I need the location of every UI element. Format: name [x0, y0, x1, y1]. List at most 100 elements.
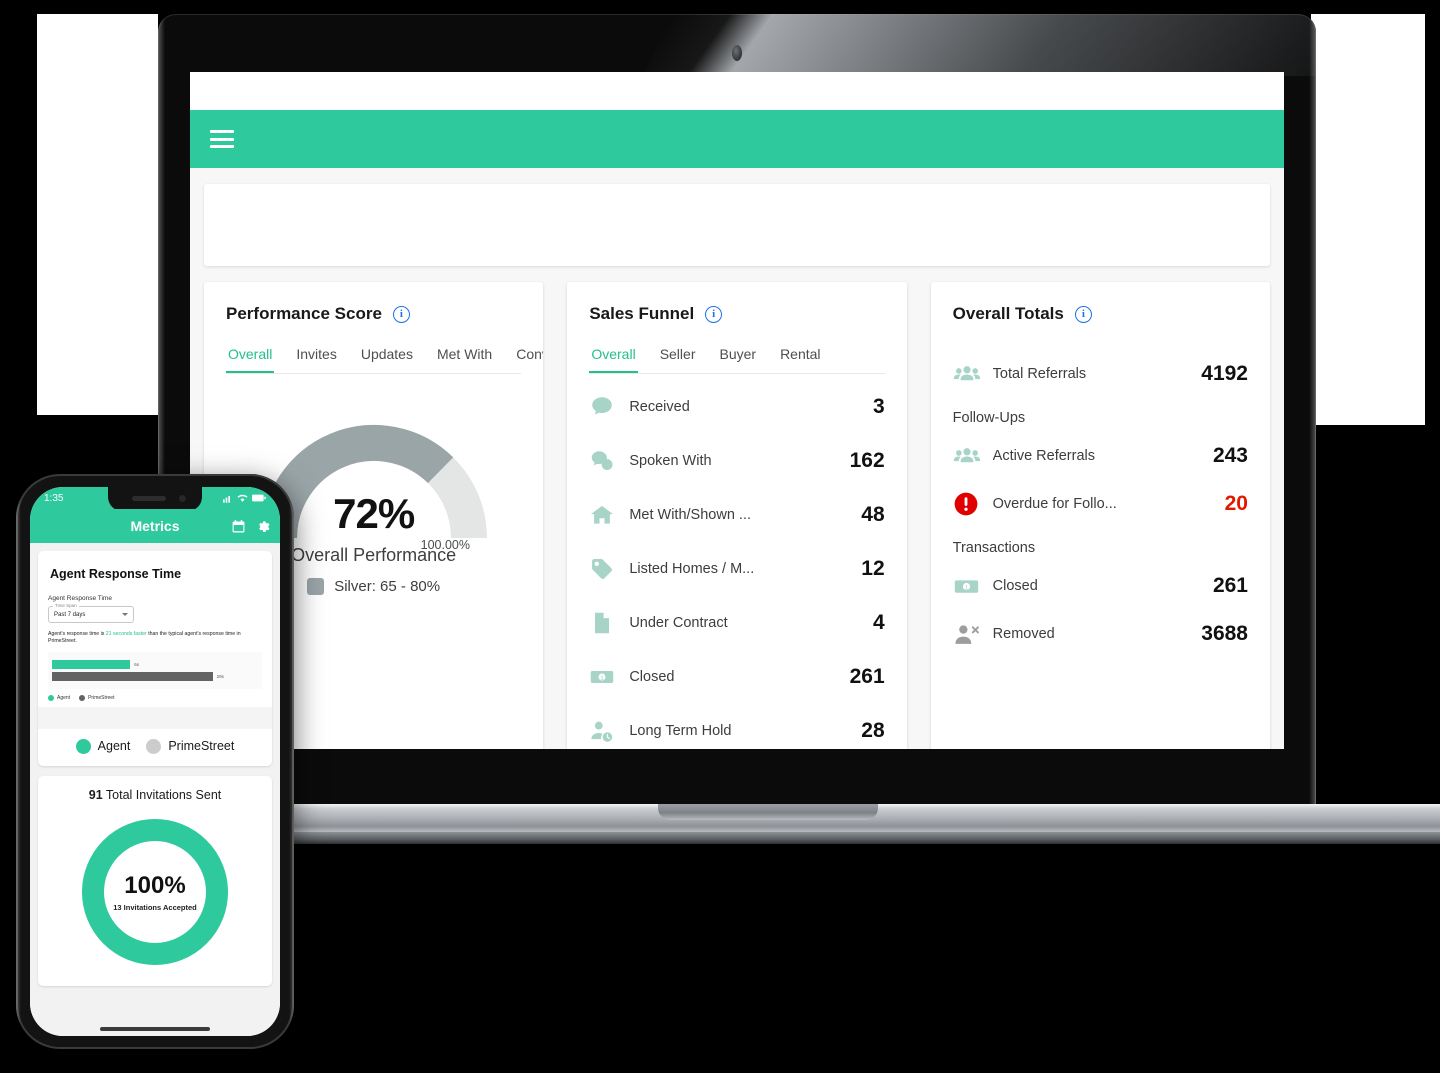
card-subtitle: Agent Response Time [48, 595, 112, 602]
table-row[interactable]: Received 3 [589, 380, 885, 434]
chart-mini-legend: Agent PrimeStreet [48, 694, 262, 701]
backdrop-plate-left [37, 14, 158, 415]
legend-item-agent[interactable]: Agent [75, 738, 131, 754]
page-title: Overall Totals [952, 304, 1064, 323]
select-field-label: Time Span [53, 603, 79, 608]
select-value: Past 7 days [54, 611, 86, 618]
table-row[interactable]: Spoken With 162 [589, 434, 885, 488]
mini-legend-primestreet: PrimeStreet [79, 694, 115, 701]
legend-label: Agent [97, 739, 131, 753]
page-title: Performance Score [226, 304, 382, 323]
donut-percentage: 100% [124, 871, 186, 899]
laptop-screen: Performance Score i Overall Invites Upda… [190, 72, 1284, 749]
invitations-donut: 100% 13 Invitations Accepted [75, 812, 235, 972]
row-label: Closed [629, 669, 675, 685]
legend-dot [79, 694, 86, 701]
invitations-count: 91 [88, 787, 103, 802]
phone-mockup: 1:35 Metrics Agent Response Time Agent R… [16, 474, 294, 1049]
tab-rental[interactable]: Rental [778, 346, 822, 373]
row-value: 3688 [1201, 622, 1248, 645]
home-indicator [100, 1027, 210, 1031]
tab-updates[interactable]: Updates [359, 346, 415, 373]
row-label: Spoken With [629, 453, 712, 469]
alert-icon [953, 491, 993, 517]
table-row[interactable]: Total Referrals 4192 [953, 350, 1248, 398]
legend-label: PrimeStreet [88, 694, 115, 701]
row-value: 243 [1212, 444, 1248, 467]
table-row[interactable]: Met With/Shown ... 48 [589, 488, 885, 542]
table-row[interactable]: Under Contract 4 [589, 596, 885, 650]
table-row[interactable]: Long Term Hold 28 [589, 704, 885, 749]
app-header [190, 110, 1284, 168]
row-label: Received [629, 399, 690, 415]
table-row[interactable]: Removed 3688 [953, 610, 1248, 658]
app-body: Performance Score i Overall Invites Upda… [190, 168, 1284, 749]
response-time-bar-chart: 6s 29s [48, 651, 262, 689]
row-label: Listed Homes / M... [629, 561, 755, 577]
legend-swatch-silver [307, 578, 325, 595]
bar-primestreet-fill [52, 671, 213, 681]
row-value: 48 [861, 503, 885, 526]
status-time: 1:35 [44, 492, 64, 504]
legend-dot [146, 738, 162, 754]
person-clock-icon [589, 718, 629, 744]
section-heading-followups: Follow-Ups [952, 410, 1026, 426]
card-header: Performance Score i [226, 304, 521, 324]
battery-icon [252, 494, 266, 502]
table-row[interactable]: Listed Homes / M... 12 [589, 542, 885, 596]
section-heading-transactions: Transactions [952, 540, 1036, 556]
info-icon[interactable]: i [705, 305, 723, 323]
info-icon[interactable]: i [1074, 305, 1092, 323]
phone-screen: 1:35 Metrics Agent Response Time Agent R… [30, 487, 280, 1036]
legend-item-primestreet[interactable]: PrimeStreet [146, 738, 234, 754]
row-label: Overdue for Follo... [992, 496, 1117, 512]
row-value: 4192 [1201, 362, 1248, 385]
row-label: Total Referrals [992, 366, 1087, 382]
legend-label: Agent [57, 694, 71, 701]
response-note: Agent's response time is 21 seconds fast… [48, 631, 262, 645]
card-title: Agent Response Time [50, 567, 182, 581]
row-value: 20 [1224, 492, 1248, 515]
hamburger-icon[interactable] [210, 130, 234, 148]
note-prefix: Agent's response time is [48, 631, 106, 637]
wifi-icon [237, 494, 248, 502]
bar-agent-fill [52, 659, 131, 669]
legend-label: Silver: 65 - 80% [334, 578, 441, 595]
bar-agent-value: 6s [134, 661, 140, 667]
row-label: Closed [992, 578, 1038, 594]
tab-invites[interactable]: Invites [294, 346, 338, 373]
performance-tabs: Overall Invites Updates Met With Convers… [226, 346, 543, 374]
table-row[interactable]: 1 Closed 261 [589, 650, 885, 704]
chart-legend: Agent PrimeStreet [48, 729, 262, 758]
phone-header-actions [231, 509, 270, 543]
chart-spacer-band [38, 706, 272, 729]
table-row[interactable]: Overdue for Follo... 20 [953, 480, 1248, 528]
mini-legend-agent: Agent [48, 694, 71, 701]
tab-conversion[interactable]: Conversion [514, 346, 543, 373]
browser-chrome-strip [190, 72, 1284, 110]
tab-seller[interactable]: Seller [658, 346, 698, 373]
phone-status-bar: 1:35 [30, 487, 280, 511]
filter-bar-card[interactable] [204, 184, 1270, 266]
laptop-base-foot [278, 832, 1440, 844]
calendar-icon [232, 519, 245, 532]
backdrop-plate-right [1311, 14, 1425, 425]
tag-icon [589, 556, 629, 582]
money-icon: 1 [953, 573, 993, 600]
tab-met-with[interactable]: Met With [435, 346, 494, 373]
note-highlight: 21 seconds faster [105, 631, 147, 637]
webcam-icon [732, 45, 742, 61]
info-icon[interactable]: i [392, 305, 410, 323]
row-value: 261 [1212, 574, 1248, 597]
tab-buyer[interactable]: Buyer [717, 346, 758, 373]
page-title: Sales Funnel [589, 304, 695, 323]
tab-overall[interactable]: Overall [226, 346, 275, 373]
table-row[interactable]: 1 Closed 261 [953, 562, 1248, 610]
tab-overall[interactable]: Overall [589, 346, 638, 373]
time-span-select[interactable]: Time Span Past 7 days [48, 603, 134, 623]
table-row[interactable]: Active Referrals 243 [953, 432, 1248, 480]
bar-agent: 6s [52, 659, 258, 669]
row-value: 28 [861, 719, 885, 742]
phone-title: Metrics [130, 518, 180, 534]
legend-dot [48, 694, 54, 701]
